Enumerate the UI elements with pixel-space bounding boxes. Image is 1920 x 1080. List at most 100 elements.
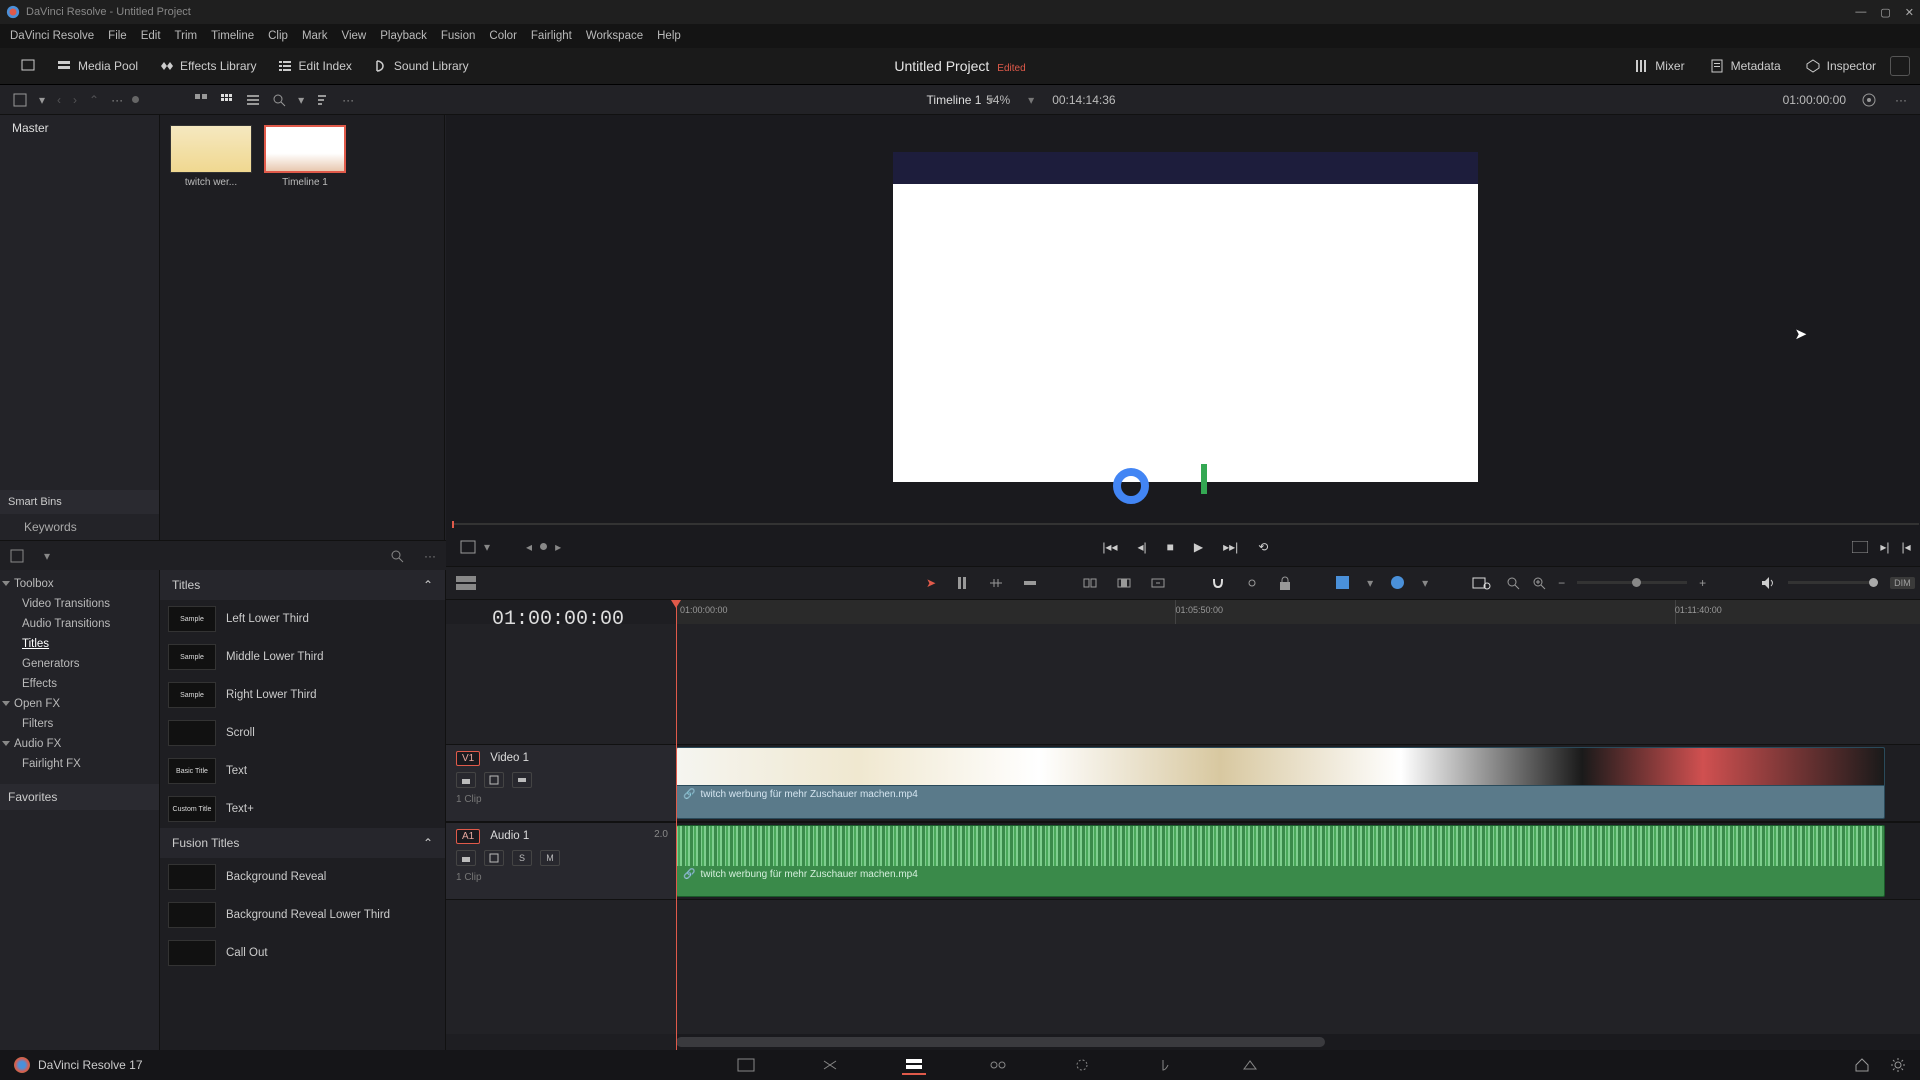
inspector-button[interactable]: Inspector (1795, 54, 1886, 78)
page-fairlight[interactable] (1154, 1055, 1178, 1075)
insert-icon[interactable] (1082, 575, 1098, 591)
thumb-view-icon[interactable] (191, 90, 211, 110)
effects-library-button[interactable]: Effects Library (148, 54, 266, 78)
blade-tool-icon[interactable] (1022, 575, 1038, 591)
v1-auto-select[interactable] (484, 772, 504, 788)
page-fusion[interactable] (986, 1055, 1010, 1075)
menu-view[interactable]: View (342, 30, 367, 42)
zoom-full-icon[interactable] (1506, 576, 1520, 590)
go-first-icon[interactable]: |◂◂ (1102, 540, 1117, 554)
sort-icon[interactable] (313, 90, 333, 110)
a1-tag[interactable]: A1 (456, 829, 480, 844)
audio-clip[interactable]: 🔗twitch werbung für mehr Zuschauer mache… (676, 825, 1885, 897)
menu-help[interactable]: Help (657, 30, 681, 42)
match-frame-dropdown[interactable]: ▾ (484, 540, 490, 554)
menu-edit[interactable]: Edit (141, 30, 161, 42)
edit-index-button[interactable]: Edit Index (267, 54, 362, 78)
bin-layout-icon[interactable] (10, 549, 24, 563)
menu-timeline[interactable]: Timeline (211, 30, 254, 42)
title-left-lower-third[interactable]: SampleLeft Lower Third (160, 600, 445, 638)
title-text-plus[interactable]: Custom TitleText+ (160, 790, 445, 828)
selection-tool-icon[interactable]: ➤ (926, 576, 936, 590)
title-text[interactable]: Basic TitleText (160, 752, 445, 790)
menu-clip[interactable]: Clip (268, 30, 288, 42)
titles-group-header[interactable]: Titles⌃ (160, 570, 445, 600)
clip-thumb[interactable]: twitch wer... (170, 125, 252, 188)
stop-icon[interactable]: ■ (1167, 540, 1174, 554)
mute-icon[interactable] (1760, 576, 1776, 590)
sound-library-button[interactable]: Sound Library (362, 54, 479, 78)
nav-up-icon[interactable]: ⌃ (86, 90, 102, 110)
fusion-background-reveal[interactable]: Background Reveal (160, 858, 445, 896)
volume-slider[interactable] (1788, 581, 1878, 584)
playhead[interactable] (676, 600, 677, 1051)
mixer-button[interactable]: Mixer (1623, 54, 1694, 78)
menu-fusion[interactable]: Fusion (441, 30, 476, 42)
window-close[interactable]: ✕ (1905, 6, 1914, 19)
find-icon[interactable] (1472, 575, 1492, 591)
viewer-options-icon[interactable]: ··· (1892, 90, 1910, 110)
menu-playback[interactable]: Playback (380, 30, 427, 42)
title-right-lower-third[interactable]: SampleRight Lower Third (160, 676, 445, 714)
play-icon[interactable]: ▶ (1194, 540, 1203, 554)
smart-bin-keywords[interactable]: Keywords (0, 514, 159, 540)
prev-frame-icon[interactable]: ◂| (1137, 540, 1146, 554)
marker-icon[interactable] (1391, 576, 1404, 589)
v1-disable[interactable] (512, 772, 532, 788)
menu-color[interactable]: Color (489, 30, 516, 42)
more-icon[interactable]: ··· (108, 90, 126, 110)
v1-lane[interactable]: 🔗twitch werbung für mehr Zuschauer mache… (676, 745, 1920, 821)
bin-layout-dropdown[interactable]: ▾ (44, 549, 50, 563)
lock-icon[interactable] (1278, 575, 1292, 591)
viewer-canvas[interactable] (893, 152, 1478, 482)
loop-icon[interactable]: ⟲ (1258, 540, 1268, 554)
a1-lane[interactable]: 🔗twitch werbung für mehr Zuschauer mache… (676, 823, 1920, 899)
go-last-icon[interactable]: ▸▸| (1223, 540, 1238, 554)
overwrite-icon[interactable] (1116, 575, 1132, 591)
page-edit[interactable] (902, 1055, 926, 1075)
page-deliver[interactable] (1238, 1055, 1262, 1075)
bypass-icon[interactable] (1858, 89, 1880, 111)
search-icon[interactable] (269, 90, 289, 110)
tree-titles[interactable]: Titles (0, 634, 159, 654)
single-viewer-icon[interactable] (1852, 541, 1868, 553)
tree-generators[interactable]: Generators (0, 654, 159, 674)
menu-fairlight[interactable]: Fairlight (531, 30, 572, 42)
prev-edit-icon[interactable]: ◂ (526, 540, 532, 554)
tree-openfx[interactable]: Open FX (0, 694, 159, 714)
home-icon[interactable] (1854, 1057, 1870, 1073)
window-minimize[interactable]: — (1855, 6, 1866, 19)
nav-fwd-icon[interactable]: › (70, 90, 80, 110)
dynamic-trim-icon[interactable] (988, 575, 1004, 591)
search-dropdown-icon[interactable]: ▾ (295, 90, 307, 110)
a1-lock-icon[interactable] (456, 850, 476, 866)
list-view-icon[interactable] (243, 90, 263, 110)
zoom-out-icon[interactable]: − (1558, 576, 1565, 590)
trim-tool-icon[interactable] (954, 575, 970, 591)
settings-icon[interactable] (1890, 1057, 1906, 1073)
fullscreen-icon[interactable] (10, 54, 46, 78)
next-clip-icon[interactable]: ▸| (1880, 540, 1889, 554)
page-cut[interactable] (818, 1055, 842, 1075)
match-frame-icon[interactable] (460, 540, 476, 554)
options-icon[interactable]: ··· (339, 90, 357, 110)
dim-button[interactable]: DIM (1890, 577, 1915, 589)
v1-lock-icon[interactable] (456, 772, 476, 788)
timeline-name[interactable]: Timeline 1 (927, 93, 982, 107)
title-scroll[interactable]: Scroll (160, 714, 445, 752)
window-maximize[interactable]: ▢ (1880, 6, 1890, 19)
snap-icon[interactable] (1210, 575, 1226, 591)
timeline-ruler[interactable]: 01:00:00:00 01:05:50:00 01:11:40:00 (676, 600, 1920, 624)
v1-tag[interactable]: V1 (456, 751, 480, 766)
menu-mark[interactable]: Mark (302, 30, 328, 42)
bin-master[interactable]: Master (0, 115, 159, 141)
a1-mute[interactable]: M (540, 850, 560, 866)
tree-fairlightfx[interactable]: Fairlight FX (0, 754, 159, 774)
timeline-scrollbar[interactable] (676, 1034, 1920, 1050)
fx-search-icon[interactable] (390, 549, 404, 563)
tree-video-transitions[interactable]: Video Transitions (0, 594, 159, 614)
video-clip[interactable]: 🔗twitch werbung für mehr Zuschauer mache… (676, 747, 1885, 819)
menu-file[interactable]: File (108, 30, 127, 42)
tree-audiofx[interactable]: Audio FX (0, 734, 159, 754)
page-color[interactable] (1070, 1055, 1094, 1075)
